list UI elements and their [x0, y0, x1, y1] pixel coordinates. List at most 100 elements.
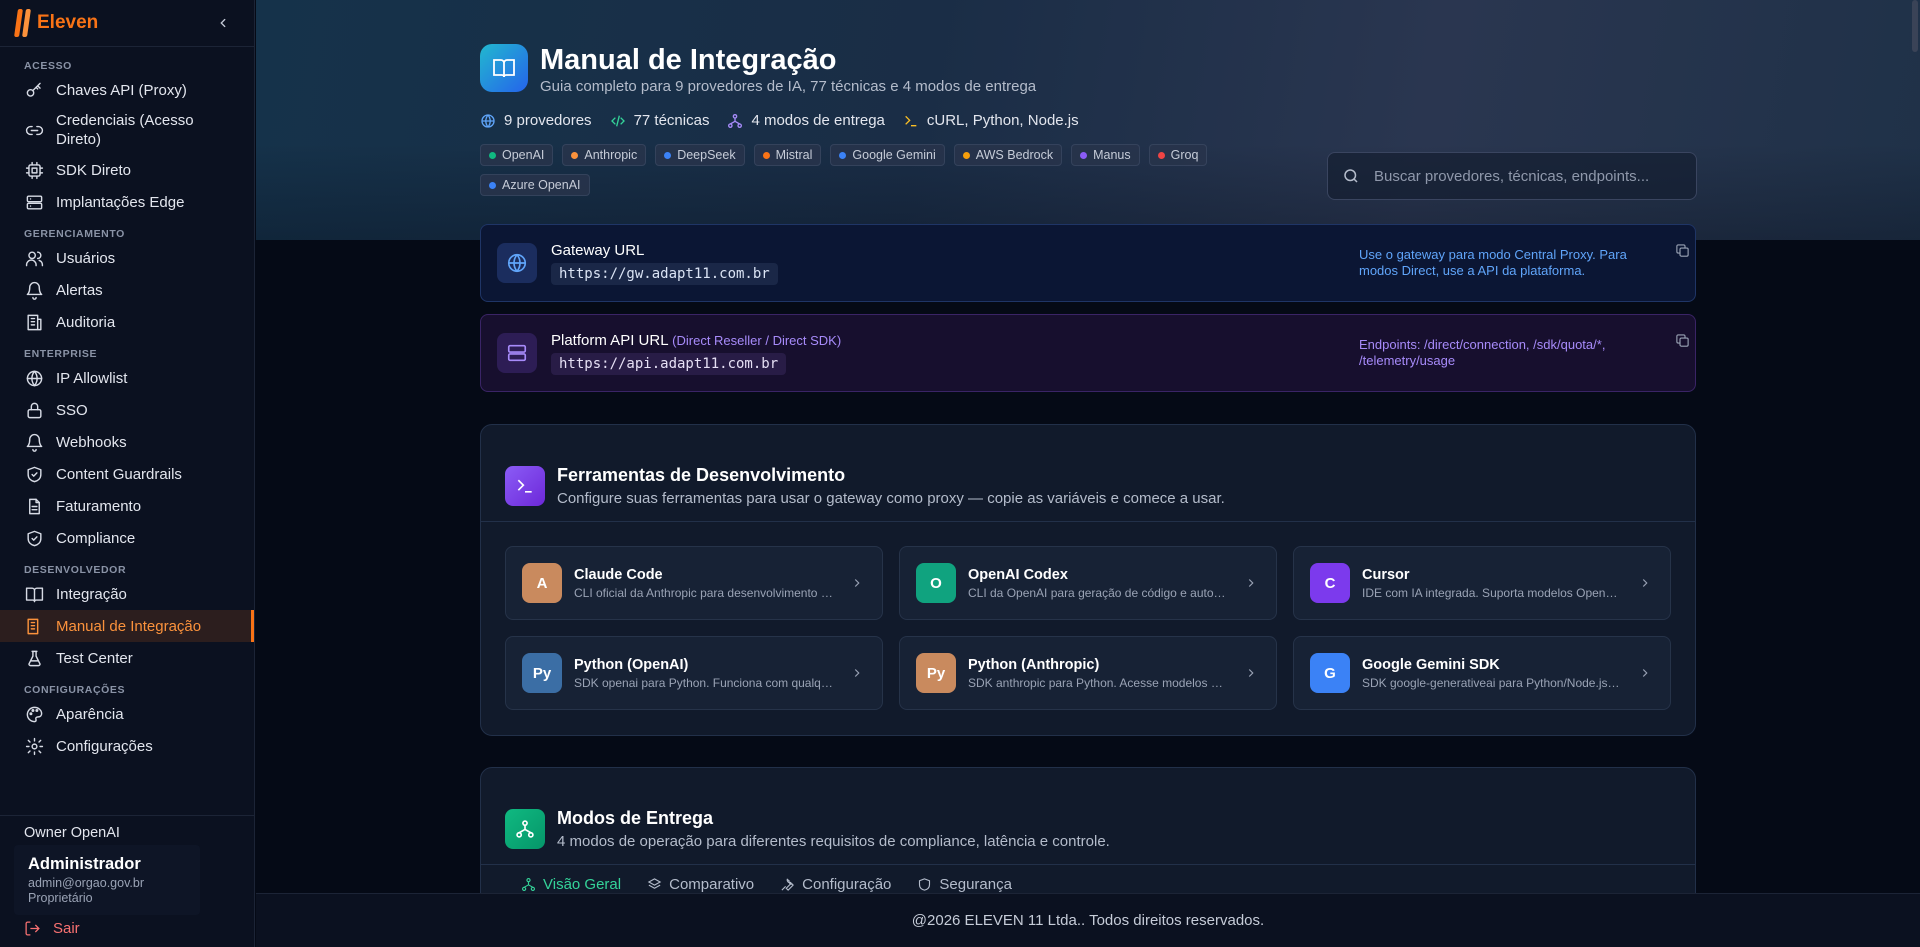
page-title: Manual de Integração — [540, 44, 837, 76]
provider-chip[interactable]: Groq — [1148, 144, 1208, 166]
tab-label: Visão Geral — [543, 876, 622, 893]
tool-description: CLI oficial da Anthropic para desenvolvi… — [574, 585, 834, 600]
tool-name: Python (Anthropic) — [968, 656, 1100, 673]
search-box[interactable] — [1327, 152, 1697, 200]
sidebar-item-test-center[interactable]: Test Center — [0, 642, 254, 674]
tool-card[interactable]: C Cursor IDE com IA integrada. Suporta mod… — [1293, 546, 1671, 620]
platform-api-url-note: Endpoints: /direct/connection, /sdk/quot… — [1359, 337, 1606, 368]
provider-chip[interactable]: OpenAI — [480, 144, 554, 166]
tool-card[interactable]: Py Python (Anthropic) SDK anthropic para P… — [899, 636, 1277, 710]
provider-chip-label: Groq — [1170, 148, 1199, 162]
logout-button[interactable]: Sair — [24, 920, 80, 937]
provider-chip[interactable]: AWS Bedrock — [953, 144, 1063, 166]
stat-providers: 9 provedores — [480, 112, 592, 129]
status-dot-icon — [664, 151, 672, 159]
platform-api-label-text: Platform API URL — [551, 331, 668, 349]
user-name: Administrador — [28, 855, 141, 873]
provider-chip-label: Mistral — [775, 148, 813, 162]
collapse-sidebar-button[interactable] — [212, 12, 234, 34]
sidebar-item-configuracoes[interactable]: Configurações — [0, 730, 254, 762]
shield-check-icon — [24, 528, 44, 548]
lock-icon — [24, 400, 44, 420]
terminal-icon — [905, 115, 917, 126]
status-dot-icon — [571, 151, 579, 159]
tab-comparativo[interactable]: Comparativo — [647, 876, 754, 893]
gear-icon — [24, 736, 44, 756]
platform-api-url-label: Platform API URL (Direct Reseller / Dire… — [551, 332, 841, 349]
sidebar-item-label: Auditoria — [56, 313, 116, 331]
provider-chip[interactable]: DeepSeek — [655, 144, 745, 166]
sidebar-item-webhooks[interactable]: Webhooks — [0, 426, 254, 458]
tool-card[interactable]: A Claude Code CLI oficial da Anthropic par… — [505, 546, 883, 620]
sidebar-item-credenciais[interactable]: Credenciais (Acesso Direto) — [0, 106, 254, 154]
tool-card[interactable]: G Google Gemini SDK SDK google-generativea… — [1293, 636, 1671, 710]
sidebar-item-sdk-direto[interactable]: SDK Direto — [0, 154, 254, 186]
book-open-icon — [24, 616, 44, 636]
provider-chip[interactable]: Azure OpenAI — [480, 174, 590, 196]
nav-section-acesso: ACESSO — [24, 60, 72, 72]
copy-platform-api-url-button[interactable] — [1675, 333, 1693, 351]
platform-api-url-value[interactable]: https://api.adapt11.com.br — [551, 352, 787, 375]
server-icon — [24, 192, 44, 212]
provider-chip[interactable]: Anthropic — [562, 144, 647, 166]
sidebar-item-ip-allowlist[interactable]: IP Allowlist — [0, 362, 254, 394]
sidebar-item-label: Implantações Edge — [56, 193, 185, 211]
nav-section-desenvolvedor: DESENVOLVEDOR — [24, 564, 127, 576]
sidebar-footer: Owner OpenAI — [0, 815, 255, 841]
sidebar-item-label: Configurações — [56, 737, 153, 755]
sidebar-item-alertas[interactable]: Alertas — [0, 274, 254, 306]
search-input[interactable] — [1374, 167, 1674, 185]
sidebar-item-sso[interactable]: SSO — [0, 394, 254, 426]
tab-label: Segurança — [939, 876, 1012, 893]
tool-card[interactable]: Py Python (OpenAI) SDK openai para Python.… — [505, 636, 883, 710]
sidebar-item-chaves-api[interactable]: Chaves API (Proxy) — [0, 74, 254, 106]
chevron-right-icon — [1638, 576, 1652, 590]
sidebar-item-content-guardrails[interactable]: Content Guardrails — [0, 458, 254, 490]
sidebar-item-auditoria[interactable]: Auditoria — [0, 306, 254, 338]
gateway-url-card: Gateway URL https://gw.adapt11.com.br Us… — [480, 224, 1696, 302]
owner-label[interactable]: Owner OpenAI — [0, 816, 255, 841]
terminal-icon — [505, 466, 545, 506]
sidebar-item-implantacoes-edge[interactable]: Implantações Edge — [0, 186, 254, 218]
nav-section-enterprise: ENTERPRISE — [24, 348, 98, 360]
sidebar-item-label: Manual de Integração — [56, 617, 202, 635]
sidebar-item-manual-de-integracao[interactable]: Manual de Integração — [0, 610, 254, 642]
provider-chip[interactable]: Manus — [1071, 144, 1140, 166]
network-icon — [522, 878, 535, 891]
tab-visao-geral[interactable]: Visão Geral — [521, 876, 621, 893]
status-dot-icon — [1157, 151, 1165, 159]
sidebar-item-label: Aparência — [56, 705, 124, 723]
user-card[interactable]: Administrador admin@orgao.gov.br Proprie… — [14, 845, 200, 915]
logout-label: Sair — [53, 920, 80, 937]
sidebar-item-compliance[interactable]: Compliance — [0, 522, 254, 554]
sidebar-item-usuarios[interactable]: Usuários — [0, 242, 254, 274]
logout-icon — [25, 921, 40, 936]
users-icon — [24, 248, 44, 268]
tab-label: Configuração — [802, 876, 892, 893]
stat-techniques: 77 técnicas — [610, 112, 709, 129]
globe-icon — [481, 113, 495, 128]
scrollbar[interactable] — [1912, 0, 1918, 52]
tool-card[interactable]: O OpenAI Codex CLI da OpenAI para geração … — [899, 546, 1277, 620]
sidebar-item-faturamento[interactable]: Faturamento — [0, 490, 254, 522]
status-dot-icon — [962, 151, 970, 159]
gateway-url-value[interactable]: https://gw.adapt11.com.br — [551, 262, 778, 285]
page-header: Manual de Integração Guia completo para … — [480, 44, 1036, 95]
platform-api-sublabel: (Direct Reseller / Direct SDK) — [672, 332, 842, 348]
tab-configuracao[interactable]: Configuração — [780, 876, 891, 893]
stat-label: 4 modos de entrega — [751, 112, 885, 129]
copy-gateway-url-button[interactable] — [1675, 243, 1693, 261]
page-subtitle: Guia completo para 9 provedores de IA, 7… — [540, 78, 1037, 95]
dev-tools-title: Ferramentas de Desenvolvimento — [557, 465, 846, 485]
chevron-right-icon — [1244, 666, 1258, 680]
tab-seguranca[interactable]: Segurança — [917, 876, 1012, 893]
provider-chip[interactable]: Mistral — [753, 144, 822, 166]
book-open-icon — [480, 44, 528, 92]
dev-tools-header: Ferramentas de Desenvolvimento Configure… — [481, 425, 1695, 522]
sidebar-item-integracao[interactable]: Integração — [0, 578, 254, 610]
sidebar-item-aparencia[interactable]: Aparência — [0, 698, 254, 730]
provider-chip[interactable]: Google Gemini — [830, 144, 945, 166]
tool-badge: G — [1310, 653, 1350, 693]
server-icon — [497, 333, 537, 373]
sidebar-item-label: Content Guardrails — [56, 465, 182, 483]
